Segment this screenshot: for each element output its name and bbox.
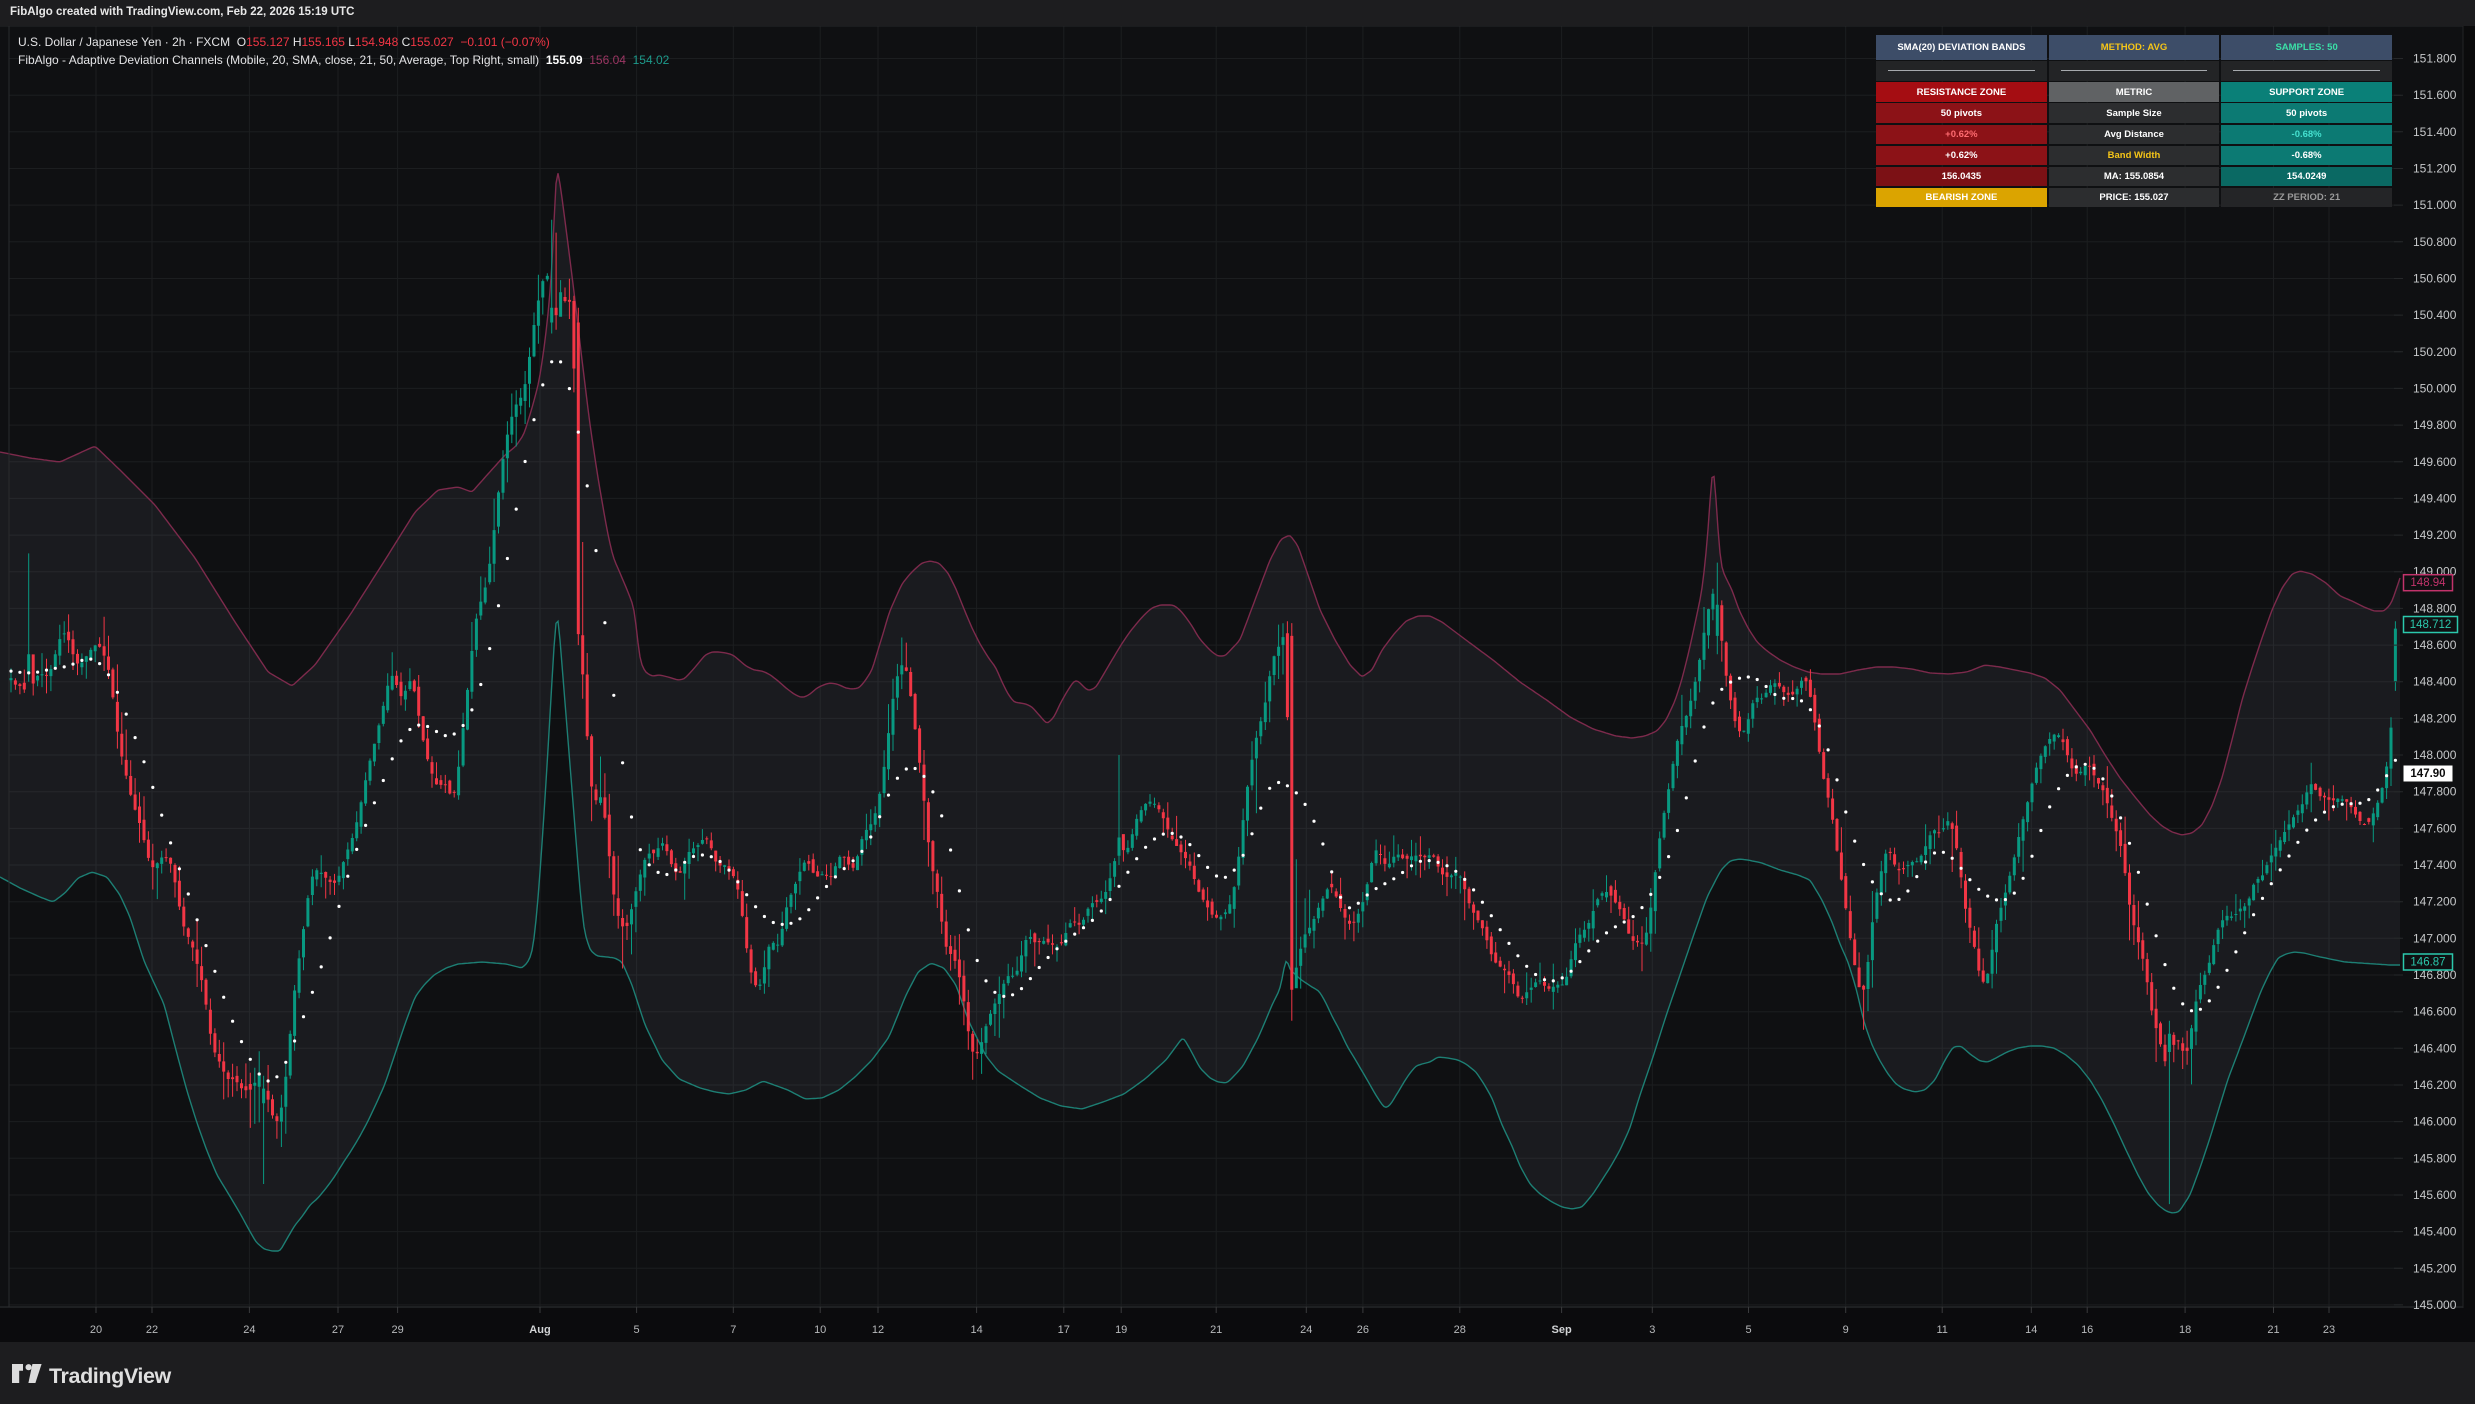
svg-text:150.600: 150.600 <box>2413 272 2457 286</box>
svg-text:11: 11 <box>1936 1324 1947 1336</box>
svg-text:19: 19 <box>1115 1324 1127 1336</box>
svg-text:16: 16 <box>2081 1324 2093 1336</box>
svg-text:17: 17 <box>1058 1324 1070 1336</box>
svg-text:20: 20 <box>90 1324 102 1336</box>
svg-text:150.400: 150.400 <box>2413 308 2457 322</box>
svg-text:148.800: 148.800 <box>2413 601 2457 615</box>
svg-text:150.200: 150.200 <box>2413 345 2457 359</box>
svg-text:12: 12 <box>872 1324 884 1336</box>
svg-text:145.800: 145.800 <box>2413 1151 2457 1165</box>
svg-text:151.200: 151.200 <box>2413 162 2457 176</box>
svg-text:3: 3 <box>1649 1324 1655 1336</box>
svg-text:151.600: 151.600 <box>2413 88 2457 102</box>
svg-text:23: 23 <box>2323 1324 2335 1336</box>
svg-text:Sep: Sep <box>1552 1324 1572 1336</box>
svg-text:18: 18 <box>2179 1324 2191 1336</box>
svg-text:148.200: 148.200 <box>2413 711 2457 725</box>
svg-text:151.000: 151.000 <box>2413 198 2457 212</box>
svg-text:148.400: 148.400 <box>2413 675 2457 689</box>
svg-text:Aug: Aug <box>529 1324 550 1336</box>
svg-text:145.200: 145.200 <box>2413 1261 2457 1275</box>
svg-text:21: 21 <box>2267 1324 2279 1336</box>
svg-text:9: 9 <box>1843 1324 1849 1336</box>
svg-text:147.200: 147.200 <box>2413 895 2457 909</box>
svg-text:24: 24 <box>243 1324 255 1336</box>
svg-text:10: 10 <box>814 1324 826 1336</box>
svg-text:145.600: 145.600 <box>2413 1188 2457 1202</box>
svg-text:21: 21 <box>1210 1324 1222 1336</box>
svg-text:151.400: 151.400 <box>2413 125 2457 139</box>
svg-text:24: 24 <box>1300 1324 1312 1336</box>
svg-text:29: 29 <box>391 1324 403 1336</box>
svg-text:147.90: 147.90 <box>2410 768 2445 780</box>
svg-text:22: 22 <box>146 1324 158 1336</box>
svg-text:146.200: 146.200 <box>2413 1078 2457 1092</box>
svg-text:27: 27 <box>332 1324 344 1336</box>
svg-text:149.600: 149.600 <box>2413 455 2457 469</box>
svg-text:147.600: 147.600 <box>2413 821 2457 835</box>
svg-text:145.000: 145.000 <box>2413 1298 2457 1312</box>
svg-text:28: 28 <box>1454 1324 1466 1336</box>
svg-text:150.800: 150.800 <box>2413 235 2457 249</box>
svg-text:146.000: 146.000 <box>2413 1115 2457 1129</box>
svg-text:149.200: 149.200 <box>2413 528 2457 542</box>
svg-text:148.94: 148.94 <box>2410 577 2446 589</box>
svg-text:14: 14 <box>2025 1324 2037 1336</box>
svg-text:151.800: 151.800 <box>2413 52 2457 66</box>
svg-text:149.400: 149.400 <box>2413 491 2457 505</box>
svg-text:5: 5 <box>1745 1324 1751 1336</box>
svg-text:149.800: 149.800 <box>2413 418 2457 432</box>
svg-text:147.000: 147.000 <box>2413 931 2457 945</box>
svg-text:146.600: 146.600 <box>2413 1005 2457 1019</box>
svg-text:146.400: 146.400 <box>2413 1041 2457 1055</box>
svg-text:146.87: 146.87 <box>2410 957 2445 969</box>
svg-text:147.800: 147.800 <box>2413 785 2457 799</box>
svg-text:14: 14 <box>970 1324 982 1336</box>
svg-text:5: 5 <box>634 1324 640 1336</box>
svg-text:148.000: 148.000 <box>2413 748 2457 762</box>
svg-text:145.400: 145.400 <box>2413 1225 2457 1239</box>
svg-text:150.000: 150.000 <box>2413 381 2457 395</box>
svg-text:26: 26 <box>1357 1324 1369 1336</box>
svg-text:147.400: 147.400 <box>2413 858 2457 872</box>
svg-text:148.600: 148.600 <box>2413 638 2457 652</box>
svg-text:148.712: 148.712 <box>2410 619 2452 631</box>
svg-text:7: 7 <box>730 1324 736 1336</box>
